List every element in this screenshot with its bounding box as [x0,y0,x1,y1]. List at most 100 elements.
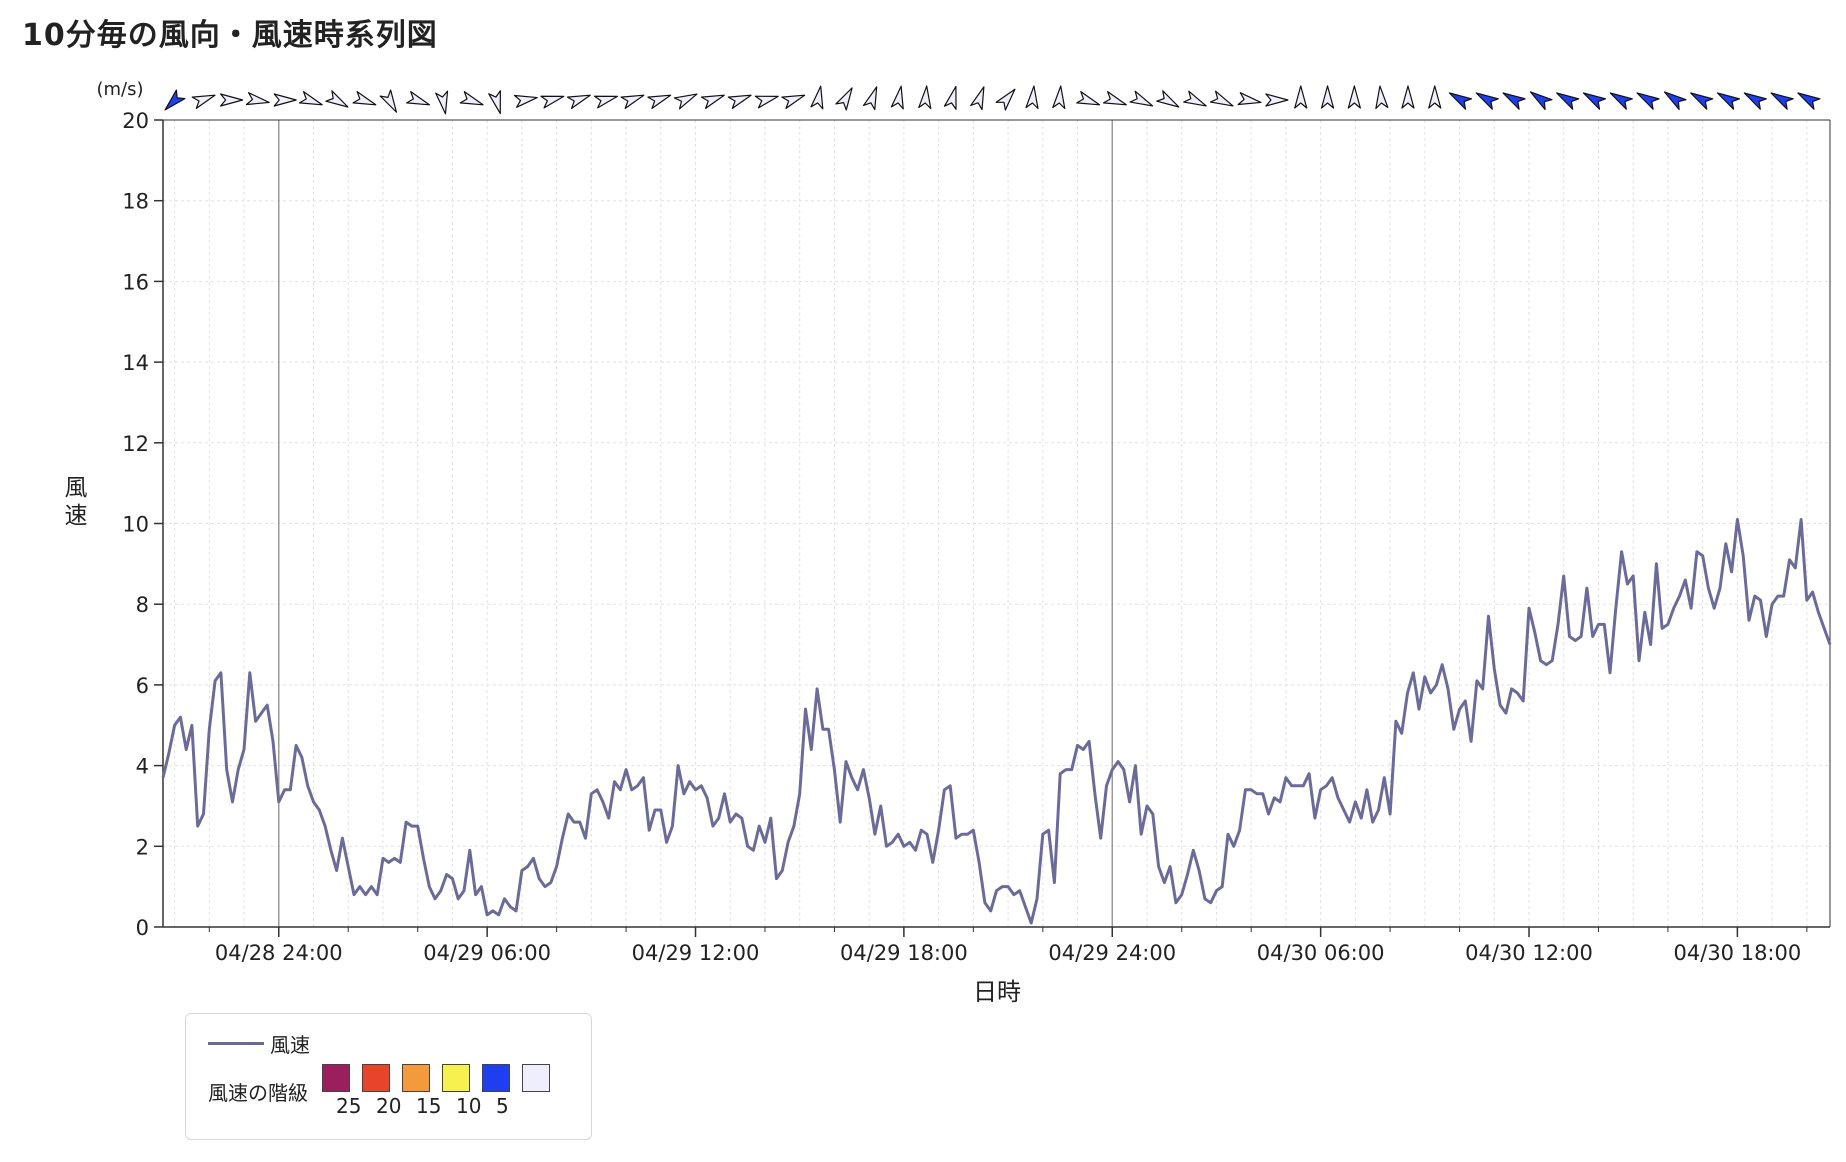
wind-arrow [1102,91,1127,106]
wind-arrow-shape [164,89,186,111]
wind-arrow-shape [1209,90,1234,107]
wind-arrow [1716,92,1741,110]
wind-arrow-shape [298,91,323,106]
legend-color-swatch [442,1064,470,1092]
wind-arrow [1609,92,1633,110]
legend-color-swatch [322,1064,350,1092]
wind-arrow-shape [1320,85,1335,109]
wind-arrow-shape [647,94,672,109]
wind-arrow-shape [781,94,806,109]
wind-arrow-shape [1582,92,1607,110]
wind-arrow-shape [488,90,501,115]
legend-color-swatch [402,1064,430,1092]
x-axis-label: 日時 [973,978,1021,1006]
wind-arrow-shape [700,94,725,109]
wind-arrow [1797,92,1821,110]
wind-arrow [488,90,501,115]
wind-arrow [1294,85,1308,109]
legend-line-swatch [208,1041,264,1045]
wind-arrow-shape [1556,92,1580,110]
wind-arrow [1237,92,1262,106]
wind-arrow-shape [1743,92,1767,110]
wind-arrow-shape [1529,91,1553,111]
y-axis-label-char: 速 [65,503,88,529]
wind-arrow-shape [943,85,957,110]
wind-direction-arrows [164,85,1821,115]
wind-arrow [918,85,932,110]
x-tick-label: 04/30 12:00 [1465,941,1593,965]
wind-arrow-shape [1129,90,1154,107]
y-axis-label-char: 風 [65,475,88,501]
wind-arrow-shape [245,92,270,106]
x-tick-label: 04/29 12:00 [632,941,760,965]
wind-arrow [1052,85,1066,110]
wind-arrow-shape [1401,85,1415,109]
wind-arrow [673,93,698,110]
y-tick-label: 14 [122,351,149,375]
series-layer [161,518,1832,925]
legend-swatches: 25 20 15 10 5 [322,1064,562,1118]
wind-arrow [781,94,806,109]
wind-arrow [1743,92,1767,110]
y-tick-label: 4 [136,755,149,779]
wind-arrow [1156,90,1180,108]
legend-class-item: 10 [442,1064,482,1118]
wind-arrow-shape [191,94,216,109]
wind-arrow-shape [220,93,244,107]
series-line-wind-speed [161,518,1832,925]
wind-arrow [352,91,377,106]
wind-arrow [754,95,779,109]
wind-arrow [620,94,645,109]
wind-arrow-shape [1636,92,1660,110]
wind-arrow-shape [406,91,430,106]
wind-arrow [995,88,1016,111]
wind-arrow-shape [620,94,645,109]
y-tick-label: 10 [122,513,149,537]
wind-arrow-shape [1294,85,1308,109]
wind-arrow [379,89,398,113]
y-tick-label: 8 [136,593,149,617]
wind-arrow [1401,85,1415,109]
wind-arrow [566,94,591,109]
wind-arrow [700,94,725,109]
x-tick-label: 04/28 24:00 [215,941,343,965]
x-tick-label: 04/29 18:00 [840,941,968,965]
wind-arrow-shape [918,85,932,110]
wind-arrow [1582,92,1607,110]
wind-arrow-shape [1475,92,1499,110]
wind-arrow-shape [1076,91,1101,106]
wind-arrow [435,90,449,115]
legend-class-item: 5 [482,1064,522,1118]
wind-arrow [540,95,565,109]
wind-arrow [1209,90,1234,107]
y-tick-label: 2 [136,835,149,859]
wind-arrow [1770,92,1794,110]
wind-arrow [273,93,297,107]
wind-arrow-shape [379,89,398,113]
wind-arrow [647,94,672,109]
wind-arrow-shape [540,95,565,109]
wind-arrow-shape [862,86,878,111]
wind-arrow-shape [995,88,1016,111]
wind-arrow [1076,91,1101,106]
wind-arrow [406,91,430,106]
wind-arrow-shape [970,86,985,111]
wind-arrow [1663,91,1687,111]
wind-arrow [1428,85,1442,109]
y-tick-label: 6 [136,674,149,698]
wind-arrow [245,92,270,106]
y-tick-label: 16 [122,270,149,294]
wind-arrow [164,89,186,111]
wind-arrow-shape [727,94,752,109]
wind-arrow-shape [1265,93,1289,107]
wind-arrow [1320,85,1335,109]
wind-arrow-shape [1663,91,1687,111]
wind-arrow-shape [1102,91,1127,106]
wind-arrow-shape [593,95,618,109]
wind-arrow [593,95,618,109]
legend-color-swatch [482,1064,510,1092]
x-tick-label: 04/30 06:00 [1257,941,1385,965]
wind-arrow [1529,91,1553,111]
y-tick-label: 20 [122,109,149,133]
x-tick-label: 04/30 18:00 [1674,941,1802,965]
